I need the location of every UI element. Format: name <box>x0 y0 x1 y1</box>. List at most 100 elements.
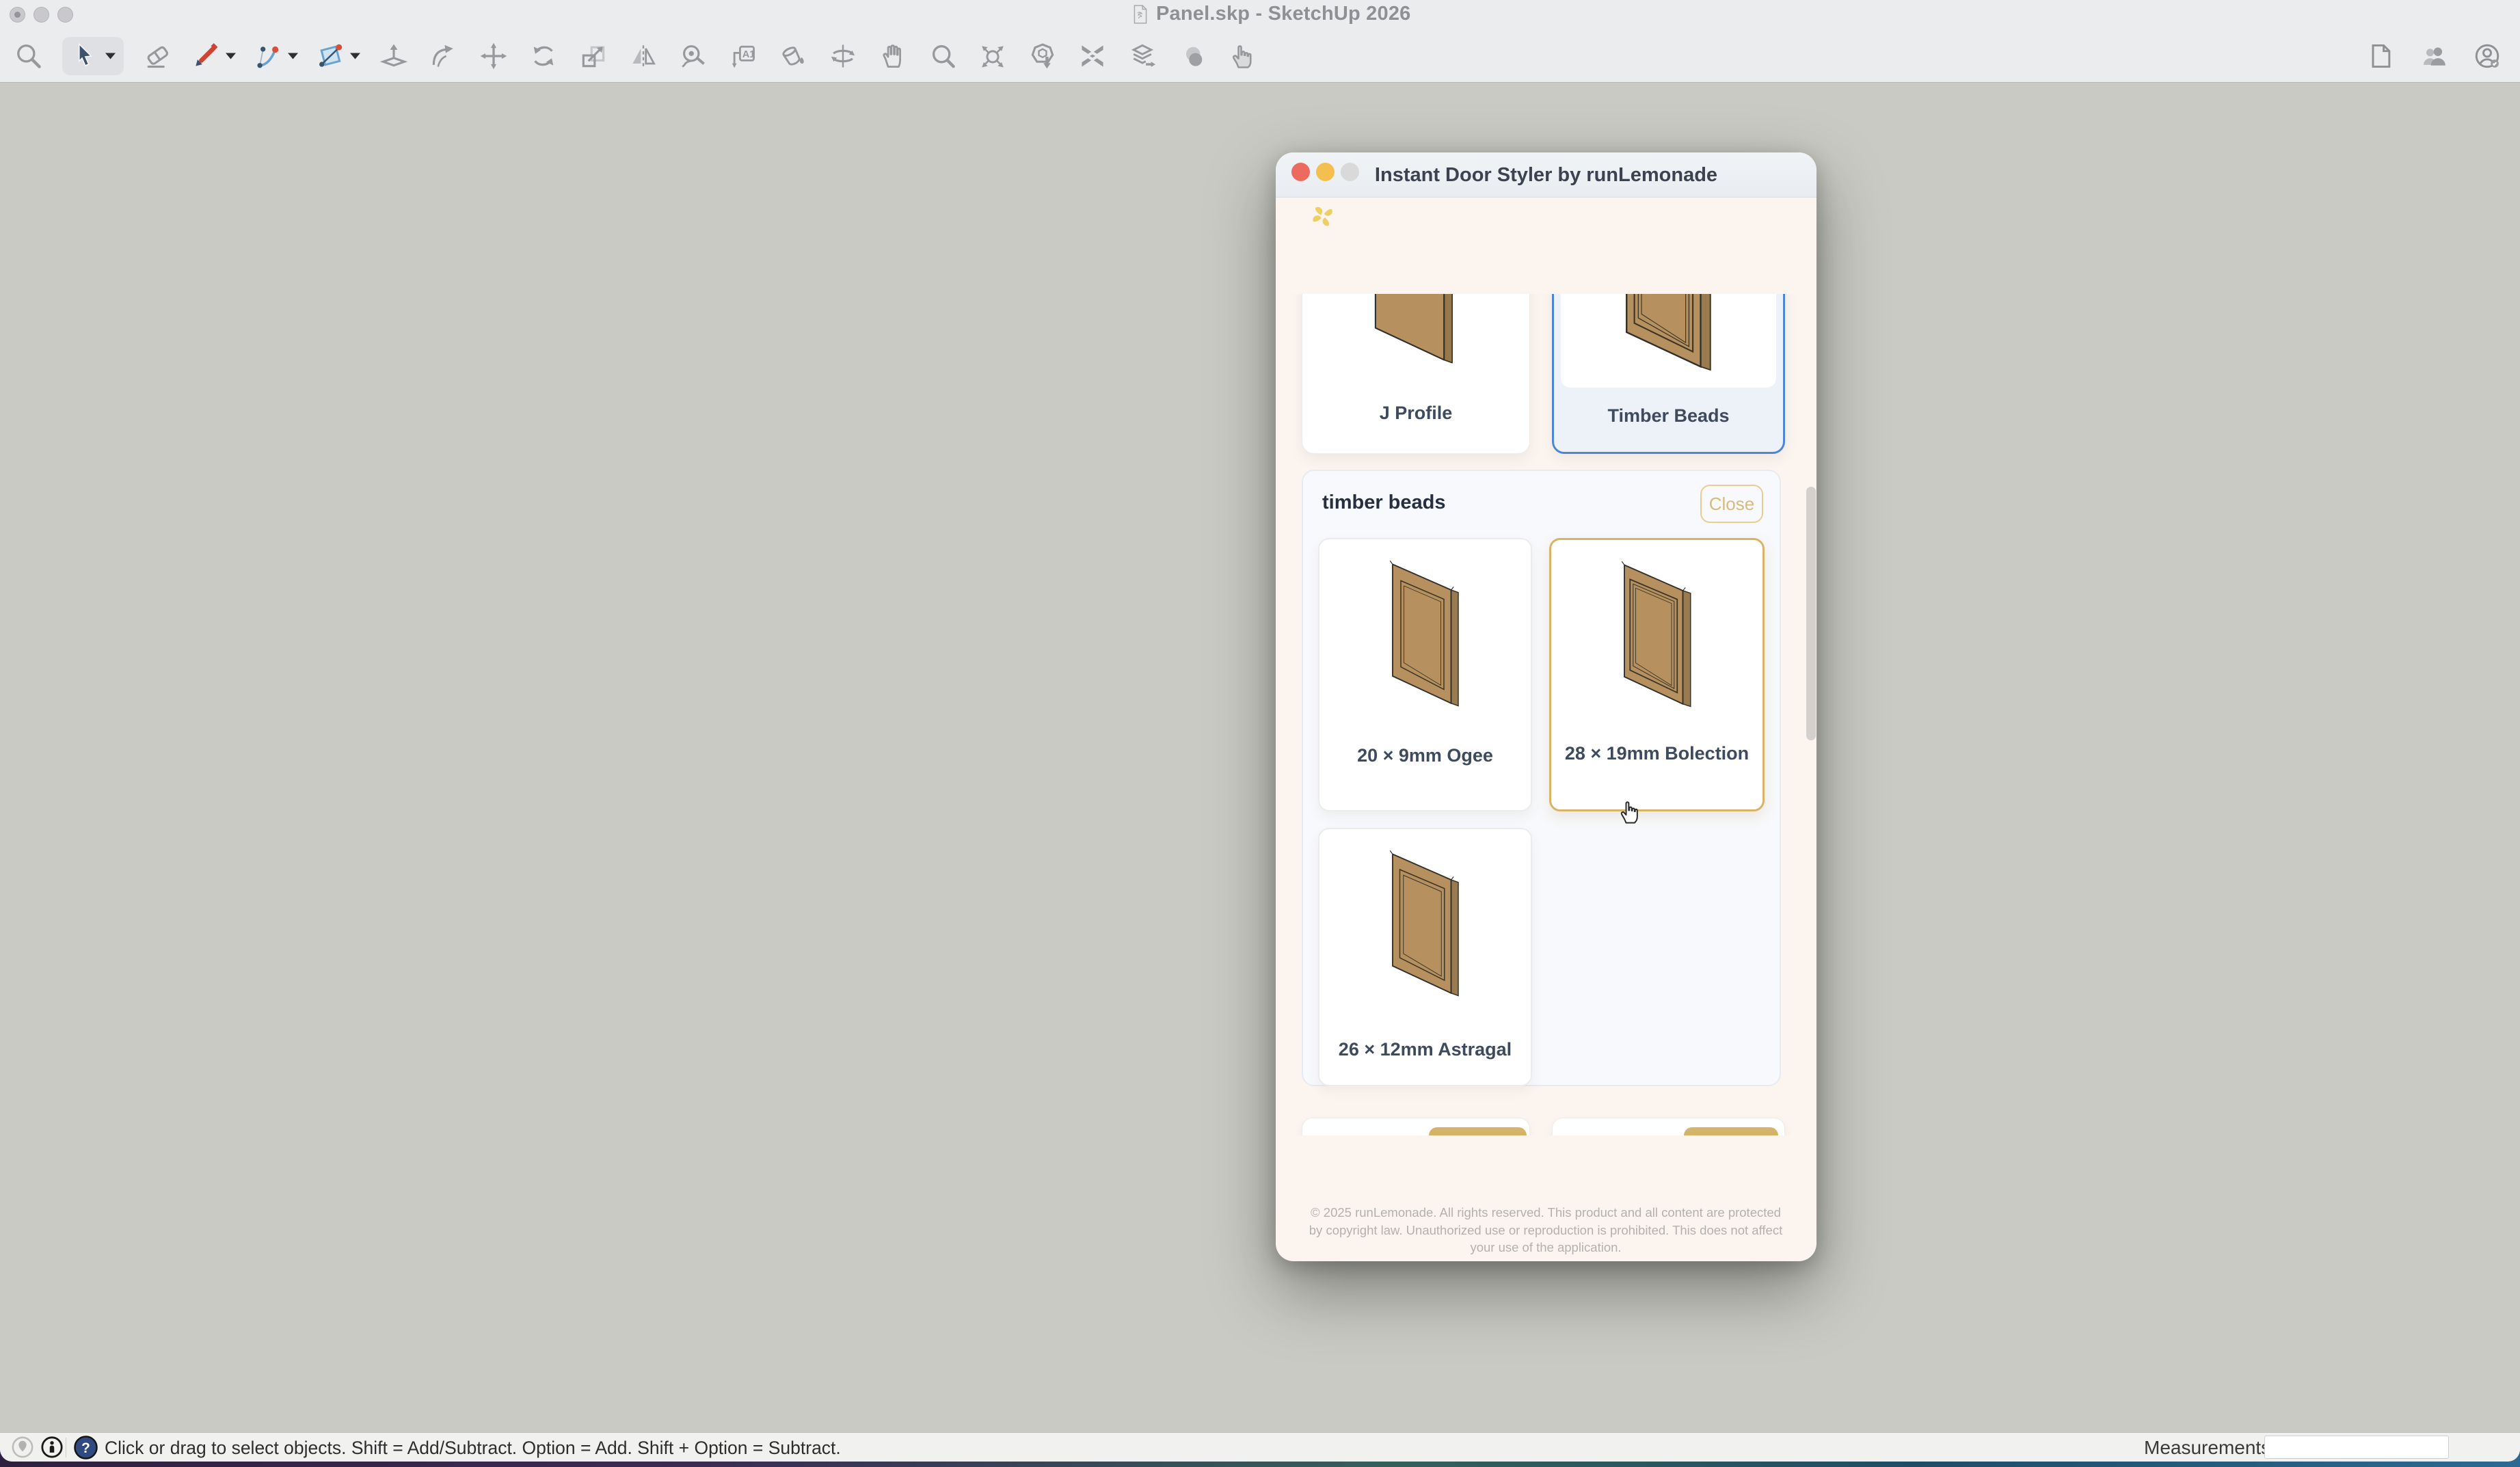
tape-measure-tool-icon <box>678 41 708 71</box>
close-window-button[interactable] <box>10 7 25 23</box>
dimension-text-tool[interactable]: A1 <box>727 37 760 75</box>
line-tool[interactable] <box>191 37 236 75</box>
select-tool-icon <box>70 41 100 71</box>
dialog-title: Instant Door Styler by runLemonade <box>1276 152 1817 198</box>
profile-card-astragal[interactable]: 26 × 12mm Astragal <box>1318 828 1532 1086</box>
move-tool-icon <box>479 41 509 71</box>
export-layers-tool-icon <box>1127 41 1157 71</box>
timber-beads-section: timber beads Close 20 × 9mm Ogee 28 × 19… <box>1302 470 1781 1086</box>
paint-bucket-tool-icon <box>778 41 808 71</box>
export-layers-tool[interactable] <box>1126 37 1159 75</box>
ogee-door-image <box>1374 556 1477 714</box>
axis-green-segment-1 <box>1209 708 1276 755</box>
line-tool-icon <box>191 41 221 71</box>
gold-preview-peek <box>1684 1127 1778 1135</box>
eraser-tool-icon <box>142 41 172 71</box>
account-button[interactable] <box>2471 37 2504 75</box>
help-status-icon[interactable]: ? <box>73 1435 98 1462</box>
materials-tool-icon <box>1177 41 1207 71</box>
minimize-window-button[interactable] <box>33 7 49 23</box>
profile-label: 28 × 19mm Bolection <box>1555 742 1758 765</box>
rotate-tool[interactable] <box>527 37 560 75</box>
zoom-tool[interactable] <box>926 37 959 75</box>
profile-card-ogee[interactable]: 20 × 9mm Ogee <box>1318 538 1532 811</box>
arc-tool[interactable] <box>253 37 298 75</box>
flip-tool[interactable] <box>627 37 660 75</box>
zoom-extents-tool[interactable] <box>976 37 1009 75</box>
status-message: Click or drag to select objects. Shift =… <box>105 1438 841 1459</box>
axis-green-segment-2 <box>1817 83 2152 322</box>
eraser-tool[interactable] <box>141 37 174 75</box>
category-card-j-profile[interactable]: J Profile <box>1302 294 1530 454</box>
share-button-icon <box>2419 41 2449 71</box>
tape-measure-tool[interactable] <box>677 37 710 75</box>
3d-warehouse[interactable] <box>1026 37 1059 75</box>
follow-me-tool-icon <box>429 41 459 71</box>
pan-tool[interactable] <box>876 37 909 75</box>
section-title: timber beads <box>1322 492 1446 514</box>
orbit-tool-icon <box>828 41 858 71</box>
extension-tool-icon <box>1077 41 1108 71</box>
pointer-cursor <box>1616 796 1643 826</box>
panel-geometry <box>723 340 1209 1173</box>
rotate-tool-icon <box>528 41 559 71</box>
orbit-tool[interactable] <box>827 37 859 75</box>
follow-me-tool[interactable] <box>427 37 460 75</box>
close-section-button[interactable]: Close <box>1700 485 1763 523</box>
materials-tool[interactable] <box>1176 37 1209 75</box>
profile-card-bolection[interactable]: 28 × 19mm Bolection <box>1549 538 1765 811</box>
select-tool[interactable] <box>62 37 124 75</box>
zoom-window-button[interactable] <box>57 7 73 23</box>
3d-warehouse-icon <box>1028 41 1058 71</box>
dialog-footer-text: © 2025 runLemonade. All rights reserved.… <box>1306 1204 1785 1256</box>
svg-text:?: ? <box>81 1440 90 1456</box>
status-bar: ? Click or drag to select objects. Shift… <box>0 1432 2520 1462</box>
paint-bucket-tool[interactable] <box>777 37 809 75</box>
measurements-input[interactable] <box>2264 1436 2449 1459</box>
move-tool[interactable] <box>477 37 510 75</box>
extension-tool[interactable] <box>1076 37 1109 75</box>
viewport-3d[interactable] <box>0 83 2520 1432</box>
axis-red-segment-2 <box>1486 1261 2023 1432</box>
category-card-partial-right[interactable] <box>1552 1118 1785 1135</box>
scale-tool[interactable] <box>577 37 610 75</box>
axis-green-dashed <box>261 1045 804 1432</box>
scale-tool-icon <box>578 41 608 71</box>
instant-door-styler-dialog: Instant Door Styler by runLemonade J Pro… <box>1276 152 1817 1261</box>
viewport-canvas <box>0 83 2520 1432</box>
category-label: Timber Beads <box>1554 405 1783 427</box>
search-tool[interactable] <box>12 37 45 75</box>
document-proxy-icon <box>1131 4 1149 25</box>
rectangle-tool[interactable] <box>315 37 360 75</box>
geolocation-status-icon[interactable] <box>11 1436 34 1462</box>
dialog-scrollbar[interactable] <box>1806 487 1816 740</box>
category-label: J Profile <box>1302 403 1529 424</box>
dialog-scroll-area[interactable]: J Profile Timber Beads timber beads Clos… <box>1276 294 1817 1135</box>
styler-hand-tool-icon <box>1227 41 1257 71</box>
zoom-extents-tool-icon <box>978 41 1008 71</box>
sketchup-window: Panel.skp - SketchUp 2026 A1 <box>0 0 2520 1462</box>
axis-red-dashed <box>0 776 804 1045</box>
new-document-button-icon <box>2365 41 2396 71</box>
model-space <box>0 83 2152 1432</box>
pan-tool-icon <box>878 41 908 71</box>
profile-label: 26 × 12mm Astragal <box>1324 1038 1527 1061</box>
timber-beads-preview-image <box>1603 294 1733 388</box>
dialog-titlebar[interactable]: Instant Door Styler by runLemonade <box>1276 152 1817 198</box>
rectangle-tool-icon <box>315 41 345 71</box>
toolbar: A1 <box>0 30 2520 83</box>
push-pull-tool[interactable] <box>377 37 410 75</box>
person-info-status-icon[interactable] <box>40 1436 64 1462</box>
push-pull-tool-icon <box>379 41 409 71</box>
category-card-partial-left[interactable] <box>1302 1118 1530 1135</box>
bolection-door-image <box>1606 556 1708 715</box>
new-document-button[interactable] <box>2364 37 2397 75</box>
account-button-icon <box>2472 41 2502 71</box>
category-card-timber-beads[interactable]: Timber Beads <box>1552 294 1785 454</box>
arc-tool-icon <box>253 41 283 71</box>
styler-hand-tool[interactable] <box>1226 37 1259 75</box>
window-titlebar: Panel.skp - SketchUp 2026 <box>0 0 2520 30</box>
zoom-tool-icon <box>928 41 958 71</box>
search-tool-icon <box>14 41 44 71</box>
share-button[interactable] <box>2417 37 2450 75</box>
